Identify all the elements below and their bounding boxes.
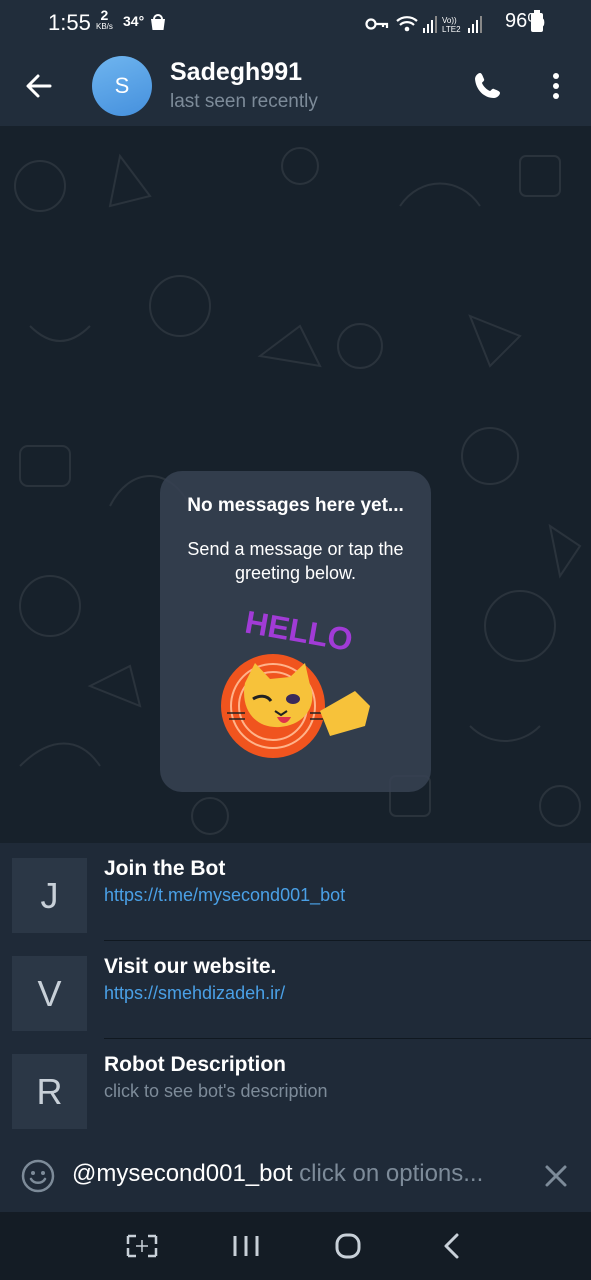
empty-chat-title: No messages here yet... <box>187 495 404 516</box>
phone-icon <box>475 73 500 98</box>
network-speed-value: 2 <box>100 7 109 23</box>
smiley-icon <box>21 1159 55 1193</box>
recent-apps-button[interactable] <box>226 1230 266 1262</box>
option-description: click to see bot's description <box>104 1081 328 1101</box>
message-input-value: @mysecond001_bot <box>72 1160 293 1187</box>
message-input-placeholder: click on options... <box>299 1160 484 1187</box>
emoji-button[interactable] <box>20 1158 56 1194</box>
temperature: 34° <box>123 13 145 29</box>
option-title: Robot Description <box>104 1053 286 1076</box>
option-letter: V <box>12 956 87 1031</box>
key-icon <box>365 18 389 30</box>
option-letter: J <box>12 858 87 933</box>
option-letter: R <box>12 1054 87 1129</box>
avatar-letter: S <box>114 73 130 98</box>
home-icon <box>335 1233 361 1259</box>
option-title: Visit our website. <box>104 955 277 978</box>
avatar[interactable]: S <box>92 56 152 116</box>
more-options-button[interactable] <box>540 68 572 104</box>
wifi-icon <box>396 16 418 32</box>
status-bar: 1:55 2 KB/s 34° Vo)) LTE2 96% <box>0 0 591 46</box>
status-time: 1:55 <box>48 10 91 35</box>
chevron-left-icon <box>444 1233 459 1259</box>
svg-text:LTE2: LTE2 <box>442 25 461 34</box>
network-speed-unit: KB/s <box>96 22 113 31</box>
hello-sticker[interactable]: HELLO <box>215 601 385 771</box>
arrow-left-icon <box>26 74 52 98</box>
call-button[interactable] <box>470 68 506 104</box>
chat-header: S Sadegh991 last seen recently <box>0 46 591 126</box>
close-icon <box>545 1165 567 1187</box>
option-title: Join the Bot <box>104 857 226 880</box>
empty-chat-card: No messages here yet... Send a message o… <box>160 471 431 792</box>
network-speed: 2 KB/s <box>96 7 113 32</box>
last-seen-status: last seen recently <box>170 91 318 112</box>
option-link[interactable]: https://t.me/mysecond001_bot <box>104 885 345 906</box>
bot-option-website[interactable]: V Visit our website. https://smehdizadeh… <box>0 941 591 1039</box>
shopping-bag-icon <box>148 12 168 37</box>
home-button[interactable] <box>328 1230 368 1262</box>
screenshot-button[interactable] <box>122 1230 162 1262</box>
option-link[interactable]: https://smehdizadeh.ir/ <box>104 983 285 1004</box>
empty-chat-text: Send a message or tap the greeting below… <box>187 539 404 583</box>
chat-title[interactable]: Sadegh991 <box>170 58 302 87</box>
recent-apps-icon <box>233 1236 259 1256</box>
svg-text:Vo)): Vo)) <box>442 16 457 25</box>
system-navigation-bar <box>0 1212 591 1280</box>
more-vertical-icon <box>553 73 559 99</box>
message-input[interactable]: @mysecond001_bot click on options... <box>72 1160 522 1192</box>
signal-bars-icon-2 <box>468 16 482 33</box>
bot-option-join[interactable]: J Join the Bot https://t.me/mysecond001_… <box>0 843 591 941</box>
back-nav-button[interactable] <box>432 1230 472 1262</box>
back-button[interactable] <box>20 66 60 106</box>
bot-options-list: J Join the Bot https://t.me/mysecond001_… <box>0 843 591 1136</box>
signal-bars-icon <box>423 16 437 33</box>
capture-icon <box>126 1234 158 1258</box>
chat-area: No messages here yet... Send a message o… <box>0 126 591 843</box>
sticker-text: HELLO <box>242 604 355 658</box>
message-input-bar: @mysecond001_bot click on options... <box>0 1136 591 1212</box>
close-button[interactable] <box>540 1160 572 1192</box>
signal-icons: Vo)) LTE2 <box>365 14 525 39</box>
battery-icon <box>531 10 543 32</box>
bot-option-description[interactable]: R Robot Description click to see bot's d… <box>0 1039 591 1137</box>
volte-icon: Vo))LTE2 <box>442 16 461 34</box>
